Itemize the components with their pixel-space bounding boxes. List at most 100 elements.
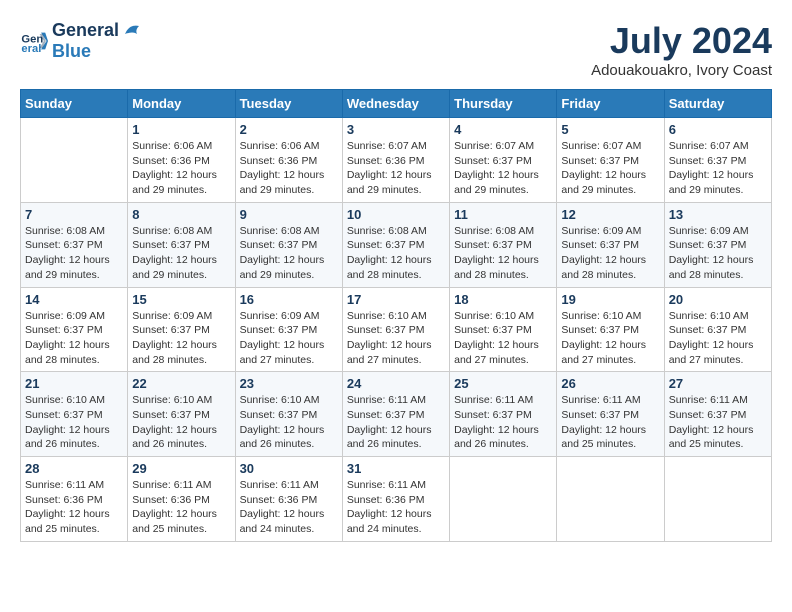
day-info: Sunrise: 6:08 AM Sunset: 6:37 PM Dayligh… [454,224,552,283]
table-row: 13Sunrise: 6:09 AM Sunset: 6:37 PM Dayli… [664,202,771,287]
day-number: 8 [132,207,230,222]
day-number: 15 [132,292,230,307]
table-row: 22 Sunrise: 6:10 AM Sunset: 6:37 PM Dayli… [128,372,235,457]
day-info: Sunrise: 6:10 AM Sunset: 6:37 PM Dayligh… [561,309,659,368]
page-header: Gen eral General Blue July 2024 Adouakou… [20,20,772,79]
day-info: Sunrise: 6:11 AM Sunset: 6:37 PM Dayligh… [454,393,552,452]
day-number: 12 [561,207,659,222]
table-row [450,457,557,542]
day-number: 25 [454,376,552,391]
day-info: Sunrise: 6:09 AM Sunset: 6:37 PM Dayligh… [561,224,659,283]
day-info: Sunrise: 6:10 AM Sunset: 6:37 PM Dayligh… [454,309,552,368]
day-number: 20 [669,292,767,307]
day-number: 29 [132,461,230,476]
table-row: 24Sunrise: 6:11 AM Sunset: 6:37 PM Dayli… [342,372,449,457]
day-number: 21 [25,376,123,391]
day-info: Sunrise: 6:10 AM Sunset: 6:37 PM Dayligh… [347,309,445,368]
day-info: Sunrise: 6:10 AM Sunset: 6:37 PM Dayligh… [240,393,338,452]
week-row-4: 21 Sunrise: 6:10 AM Sunset: 6:37 PM Dayli… [21,372,772,457]
day-info: Sunrise: 6:08 AM Sunset: 6:37 PM Dayligh… [347,224,445,283]
day-info: Sunrise: 6:11 AM Sunset: 6:36 PM Dayligh… [25,478,123,537]
logo-bird-icon [121,20,143,42]
col-saturday: Saturday [664,90,771,118]
calendar-table: Sunday Monday Tuesday Wednesday Thursday… [20,89,772,542]
day-number: 2 [240,122,338,137]
table-row: 26 Sunrise: 6:11 AM Sunset: 6:37 PM Dayli… [557,372,664,457]
logo: Gen eral General Blue [20,20,143,62]
day-info: Sunrise: 6:07 AM Sunset: 6:36 PM Dayligh… [347,139,445,198]
logo-general: General [52,21,119,41]
location: Adouakouakro, Ivory Coast [591,62,772,79]
day-info: Sunrise: 6:09 AM Sunset: 6:37 PM Dayligh… [240,309,338,368]
day-number: 1 [132,122,230,137]
table-row: 29 Sunrise: 6:11 AM Sunset: 6:36 PM Dayli… [128,457,235,542]
day-info: Sunrise: 6:11 AM Sunset: 6:37 PM Dayligh… [669,393,767,452]
col-thursday: Thursday [450,90,557,118]
table-row: 4 Sunrise: 6:07 AM Sunset: 6:37 PM Daylig… [450,118,557,203]
table-row [664,457,771,542]
table-row: 28 Sunrise: 6:11 AM Sunset: 6:36 PM Dayli… [21,457,128,542]
day-info: Sunrise: 6:10 AM Sunset: 6:37 PM Dayligh… [132,393,230,452]
table-row: 5 Sunrise: 6:07 AM Sunset: 6:37 PM Daylig… [557,118,664,203]
table-row: 30 Sunrise: 6:11 AM Sunset: 6:36 PM Dayli… [235,457,342,542]
day-info: Sunrise: 6:10 AM Sunset: 6:37 PM Dayligh… [25,393,123,452]
day-info: Sunrise: 6:07 AM Sunset: 6:37 PM Dayligh… [669,139,767,198]
table-row: 20Sunrise: 6:10 AM Sunset: 6:37 PM Dayli… [664,287,771,372]
day-number: 28 [25,461,123,476]
day-number: 4 [454,122,552,137]
table-row: 19Sunrise: 6:10 AM Sunset: 6:37 PM Dayli… [557,287,664,372]
table-row: 21 Sunrise: 6:10 AM Sunset: 6:37 PM Dayli… [21,372,128,457]
day-number: 17 [347,292,445,307]
day-number: 9 [240,207,338,222]
table-row: 8Sunrise: 6:08 AM Sunset: 6:37 PM Daylig… [128,202,235,287]
day-info: Sunrise: 6:07 AM Sunset: 6:37 PM Dayligh… [454,139,552,198]
day-number: 22 [132,376,230,391]
table-row: 12 Sunrise: 6:09 AM Sunset: 6:37 PM Dayli… [557,202,664,287]
col-tuesday: Tuesday [235,90,342,118]
table-row: 15 Sunrise: 6:09 AM Sunset: 6:37 PM Dayli… [128,287,235,372]
table-row: 6 Sunrise: 6:07 AM Sunset: 6:37 PM Daylig… [664,118,771,203]
day-info: Sunrise: 6:07 AM Sunset: 6:37 PM Dayligh… [561,139,659,198]
day-number: 31 [347,461,445,476]
col-sunday: Sunday [21,90,128,118]
col-friday: Friday [557,90,664,118]
week-row-2: 7 Sunrise: 6:08 AM Sunset: 6:37 PM Daylig… [21,202,772,287]
table-row: 1 Sunrise: 6:06 AM Sunset: 6:36 PM Daylig… [128,118,235,203]
day-number: 30 [240,461,338,476]
table-row: 11Sunrise: 6:08 AM Sunset: 6:37 PM Dayli… [450,202,557,287]
day-info: Sunrise: 6:11 AM Sunset: 6:37 PM Dayligh… [561,393,659,452]
day-info: Sunrise: 6:11 AM Sunset: 6:36 PM Dayligh… [240,478,338,537]
col-monday: Monday [128,90,235,118]
table-row: 14Sunrise: 6:09 AM Sunset: 6:37 PM Dayli… [21,287,128,372]
day-number: 5 [561,122,659,137]
day-info: Sunrise: 6:09 AM Sunset: 6:37 PM Dayligh… [669,224,767,283]
week-row-3: 14Sunrise: 6:09 AM Sunset: 6:37 PM Dayli… [21,287,772,372]
table-row: 16 Sunrise: 6:09 AM Sunset: 6:37 PM Dayli… [235,287,342,372]
table-row: 23Sunrise: 6:10 AM Sunset: 6:37 PM Dayli… [235,372,342,457]
day-info: Sunrise: 6:08 AM Sunset: 6:37 PM Dayligh… [25,224,123,283]
table-row [557,457,664,542]
day-number: 27 [669,376,767,391]
day-info: Sunrise: 6:09 AM Sunset: 6:37 PM Dayligh… [132,309,230,368]
table-row: 27 Sunrise: 6:11 AM Sunset: 6:37 PM Dayli… [664,372,771,457]
day-number: 7 [25,207,123,222]
table-row: 18Sunrise: 6:10 AM Sunset: 6:37 PM Dayli… [450,287,557,372]
svg-text:eral: eral [21,43,41,55]
week-row-1: 1 Sunrise: 6:06 AM Sunset: 6:36 PM Daylig… [21,118,772,203]
table-row: 3Sunrise: 6:07 AM Sunset: 6:36 PM Daylig… [342,118,449,203]
col-wednesday: Wednesday [342,90,449,118]
day-number: 6 [669,122,767,137]
day-info: Sunrise: 6:06 AM Sunset: 6:36 PM Dayligh… [240,139,338,198]
table-row: 31Sunrise: 6:11 AM Sunset: 6:36 PM Dayli… [342,457,449,542]
logo-icon: Gen eral [20,27,48,55]
day-number: 24 [347,376,445,391]
month-title: July 2024 [591,20,772,62]
day-number: 26 [561,376,659,391]
logo-blue: Blue [52,42,143,62]
table-row: 25 Sunrise: 6:11 AM Sunset: 6:37 PM Dayli… [450,372,557,457]
day-info: Sunrise: 6:11 AM Sunset: 6:36 PM Dayligh… [132,478,230,537]
day-info: Sunrise: 6:06 AM Sunset: 6:36 PM Dayligh… [132,139,230,198]
table-row: 10Sunrise: 6:08 AM Sunset: 6:37 PM Dayli… [342,202,449,287]
calendar-header-row: Sunday Monday Tuesday Wednesday Thursday… [21,90,772,118]
day-number: 16 [240,292,338,307]
